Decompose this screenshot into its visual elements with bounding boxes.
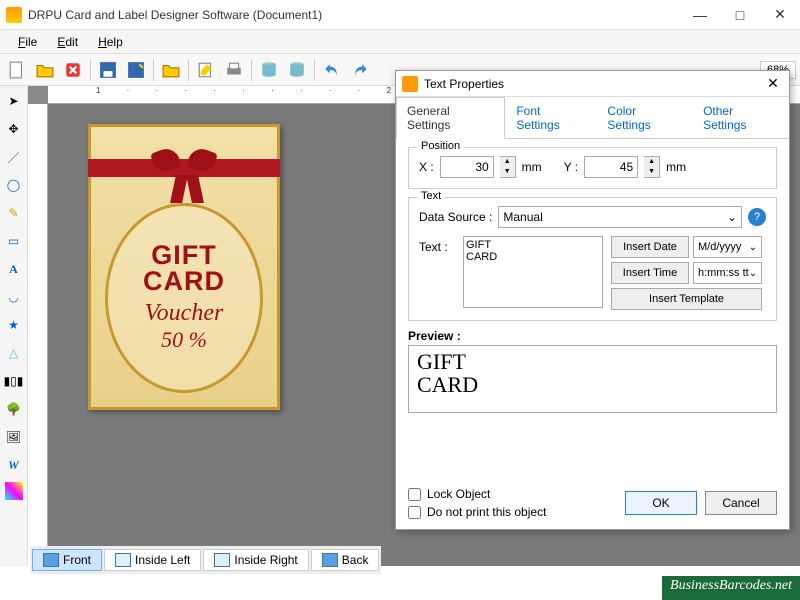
dialog-titlebar[interactable]: Text Properties ✕	[396, 71, 789, 97]
y-unit: mm	[666, 160, 686, 174]
x-spinner[interactable]: ▲▼	[500, 156, 516, 178]
datasource-label: Data Source :	[419, 210, 492, 224]
insert-time-button[interactable]: Insert Time	[611, 262, 689, 284]
dialog-close-icon[interactable]: ✕	[763, 75, 783, 92]
star-tool-icon[interactable]: ★	[3, 314, 25, 336]
open-icon[interactable]	[32, 57, 58, 83]
move-tool-icon[interactable]: ✥	[3, 118, 25, 140]
text-legend: Text	[417, 190, 445, 202]
text-label: Text :	[419, 236, 455, 310]
menu-file[interactable]: File	[8, 33, 47, 51]
insert-date-button[interactable]: Insert Date	[611, 236, 689, 258]
ok-button[interactable]: OK	[625, 491, 697, 515]
text-tool-icon[interactable]: A	[3, 258, 25, 280]
card-design[interactable]: GIFTCARD Voucher 50 %	[88, 124, 280, 410]
card-oval-frame: GIFTCARD Voucher 50 %	[105, 203, 263, 393]
close-button[interactable]: ✕	[760, 0, 800, 30]
x-input[interactable]	[440, 156, 494, 178]
x-unit: mm	[522, 160, 542, 174]
pencil-tool-icon[interactable]: ✎	[3, 202, 25, 224]
minimize-button[interactable]: —	[680, 0, 720, 30]
titlebar: DRPU Card and Label Designer Software (D…	[0, 0, 800, 30]
menu-edit[interactable]: Edit	[47, 33, 88, 51]
tab-back[interactable]: Back	[311, 549, 380, 571]
delete-icon[interactable]	[60, 57, 86, 83]
dialog-tabs: General Settings Font Settings Color Set…	[396, 97, 789, 139]
database1-icon[interactable]	[256, 57, 282, 83]
tab-color-settings[interactable]: Color Settings	[596, 97, 692, 138]
y-spinner[interactable]: ▲▼	[644, 156, 660, 178]
time-format-select[interactable]: h:mm:ss tt	[693, 262, 762, 284]
new-icon[interactable]	[4, 57, 30, 83]
edit-icon[interactable]	[193, 57, 219, 83]
x-label: X :	[419, 160, 434, 174]
card-voucher-text[interactable]: Voucher	[145, 300, 224, 327]
app-icon	[6, 7, 22, 23]
tool-tray: ➤ ✥ ／ ◯ ✎ ▭ A ◡ ★ △ ▮▯▮ 🌳 🖼 W	[0, 86, 28, 566]
color-tool-icon[interactable]	[5, 482, 23, 500]
page-tabs: Front Inside Left Inside Right Back	[30, 546, 381, 574]
tab-inside-left[interactable]: Inside Left	[104, 549, 201, 571]
arc-tool-icon[interactable]: ◡	[3, 286, 25, 308]
preview-label: Preview :	[408, 329, 777, 343]
undo-icon[interactable]	[319, 57, 345, 83]
text-properties-dialog: Text Properties ✕ General Settings Font …	[395, 70, 790, 530]
watermark: BusinessBarcodes.net	[662, 576, 800, 600]
y-input[interactable]	[584, 156, 638, 178]
save-icon[interactable]	[95, 57, 121, 83]
y-label: Y :	[564, 160, 578, 174]
tab-front[interactable]: Front	[32, 549, 102, 571]
preview-box: GIFT CARD	[408, 345, 777, 413]
dialog-footer: Lock Object Do not print this object OK …	[396, 481, 789, 529]
database2-icon[interactable]	[284, 57, 310, 83]
window-title: DRPU Card and Label Designer Software (D…	[28, 8, 680, 22]
menu-help[interactable]: Help	[88, 33, 133, 51]
tab-inside-right[interactable]: Inside Right	[203, 549, 308, 571]
tab-general-settings[interactable]: General Settings	[396, 97, 505, 139]
print-icon[interactable]	[221, 57, 247, 83]
folder-icon[interactable]	[158, 57, 184, 83]
rectangle-tool-icon[interactable]: ▭	[3, 230, 25, 252]
tab-font-settings[interactable]: Font Settings	[505, 97, 596, 138]
card-percent-text[interactable]: 50 %	[161, 327, 207, 353]
tab-other-settings[interactable]: Other Settings	[692, 97, 789, 138]
do-not-print-checkbox[interactable]: Do not print this object	[408, 505, 617, 519]
help-icon[interactable]: ?	[748, 208, 766, 226]
dialog-icon	[402, 76, 418, 92]
saveas-icon[interactable]	[123, 57, 149, 83]
menubar: File Edit Help	[0, 30, 800, 54]
position-group: Position X : ▲▼ mm Y : ▲▼ mm	[408, 147, 777, 189]
text-group: Text Data Source : Manual⌄ ? Text : Inse…	[408, 197, 777, 321]
line-tool-icon[interactable]: ／	[3, 146, 25, 168]
triangle-tool-icon[interactable]: △	[3, 342, 25, 364]
date-format-select[interactable]: M/d/yyyy	[693, 236, 762, 258]
redo-icon[interactable]	[347, 57, 373, 83]
dialog-title: Text Properties	[424, 77, 763, 91]
lock-object-checkbox[interactable]: Lock Object	[408, 487, 617, 501]
select-tool-icon[interactable]: ➤	[3, 90, 25, 112]
text-input[interactable]	[463, 236, 603, 308]
card-gift-text[interactable]: GIFTCARD	[143, 243, 225, 294]
maximize-button[interactable]: □	[720, 0, 760, 30]
barcode-tool-icon[interactable]: ▮▯▮	[3, 370, 25, 392]
cancel-button[interactable]: Cancel	[705, 491, 777, 515]
image2-tool-icon[interactable]: 🖼	[3, 426, 25, 448]
dialog-body: Position X : ▲▼ mm Y : ▲▼ mm Text Data S…	[396, 139, 789, 481]
image1-tool-icon[interactable]: 🌳	[3, 398, 25, 420]
position-legend: Position	[417, 140, 464, 152]
wordart-tool-icon[interactable]: W	[3, 454, 25, 476]
insert-template-button[interactable]: Insert Template	[611, 288, 762, 310]
ruler-vertical	[28, 104, 48, 566]
datasource-select[interactable]: Manual⌄	[498, 206, 742, 228]
ellipse-tool-icon[interactable]: ◯	[3, 174, 25, 196]
